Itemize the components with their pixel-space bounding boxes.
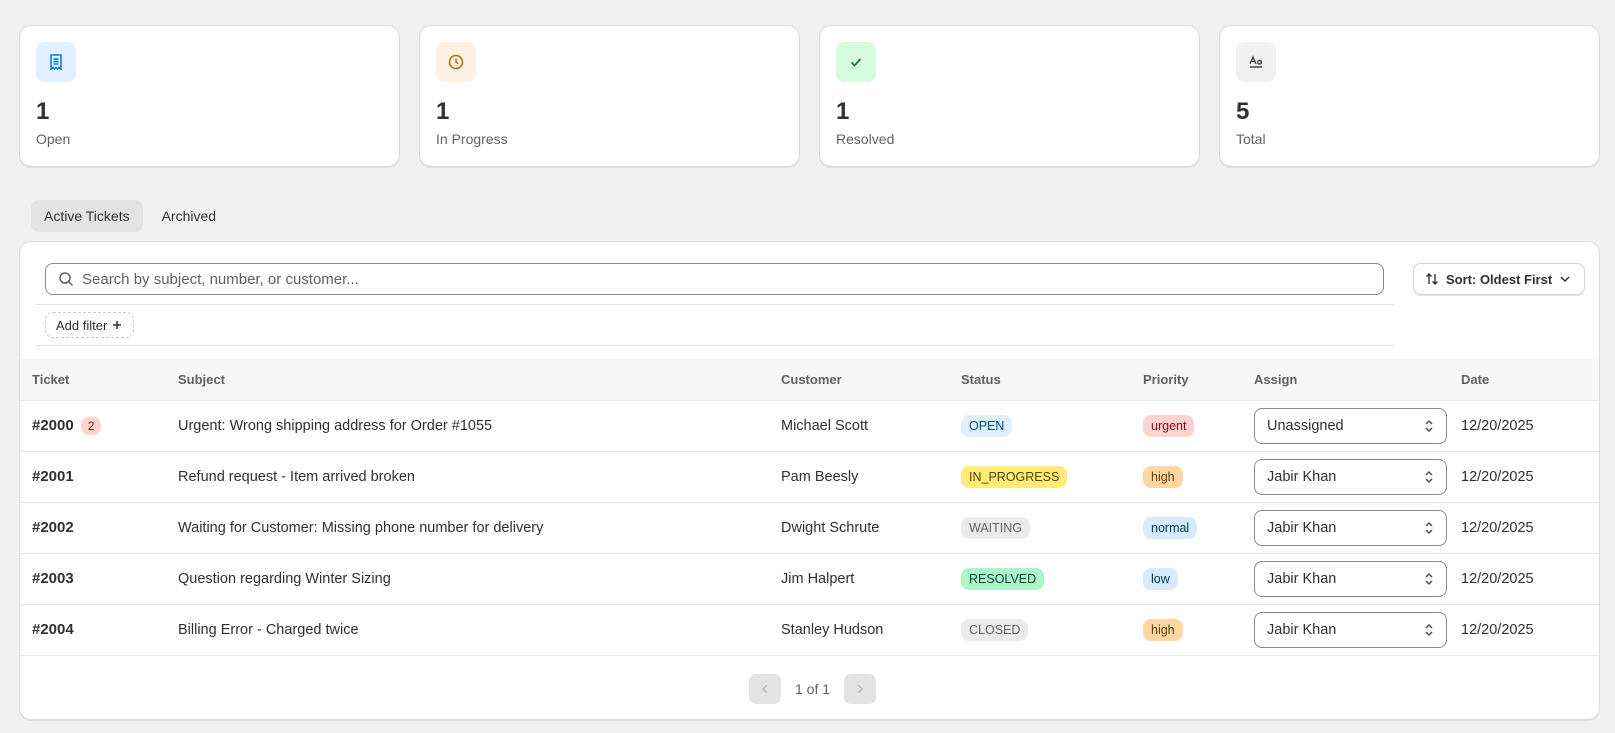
table-row[interactable]: #2001 Refund request - Item arrived brok… (20, 451, 1599, 502)
clock-icon (436, 42, 476, 82)
assign-select[interactable]: Jabir Khan (1254, 509, 1447, 546)
search-input[interactable]: Search by subject, number, or customer..… (45, 263, 1384, 295)
assign-select[interactable]: Jabir Khan (1254, 458, 1447, 495)
tickets-panel: Search by subject, number, or customer..… (19, 241, 1600, 720)
stat-value: 1 (36, 98, 50, 125)
stat-label: Total (1236, 131, 1266, 147)
ticket-tabs: Active Tickets Archived (31, 200, 229, 232)
search-icon (59, 272, 74, 287)
next-page-button[interactable] (844, 674, 877, 704)
chevron-up-down-icon (1425, 470, 1433, 483)
table-row[interactable]: #2004 Billing Error - Charged twice Stan… (20, 604, 1599, 655)
ticket-date: 12/20/2025 (1461, 468, 1534, 485)
previous-page-button[interactable] (749, 674, 781, 704)
chevron-up-down-icon (1425, 419, 1433, 432)
stat-card-open: 1 Open (19, 25, 400, 167)
text-format-icon (1236, 42, 1276, 82)
table-row[interactable]: #2002 Waiting for Customer: Missing phon… (20, 502, 1599, 553)
column-header-priority[interactable]: Priority (1143, 359, 1254, 400)
message-count-badge: 2 (80, 416, 102, 435)
divider (36, 345, 1394, 346)
chevron-up-down-icon (1425, 623, 1433, 636)
assign-select[interactable]: Unassigned (1254, 407, 1447, 444)
status-badge: WAITING (961, 516, 1031, 539)
status-badge: OPEN (961, 414, 1013, 437)
plus-icon (113, 321, 122, 329)
chevron-left-icon (761, 684, 768, 694)
priority-badge: urgent (1143, 414, 1195, 437)
ticket-subject[interactable]: Refund request - Item arrived broken (178, 451, 781, 502)
ticket-number[interactable]: #2003 (32, 570, 74, 587)
status-badge: RESOLVED (961, 567, 1045, 590)
add-filter-button[interactable]: Add filter (45, 312, 135, 338)
divider (36, 304, 1394, 305)
status-badge: IN_PROGRESS (961, 465, 1068, 488)
ticket-customer: Dwight Schrute (781, 519, 880, 536)
stat-label: In Progress (436, 131, 508, 147)
column-header-customer[interactable]: Customer (781, 359, 961, 400)
ticket-subject[interactable]: Waiting for Customer: Missing phone numb… (178, 502, 781, 553)
ticket-date: 12/20/2025 (1461, 621, 1534, 638)
priority-badge: high (1143, 465, 1183, 488)
ticket-number[interactable]: #2000 (32, 417, 74, 434)
priority-badge: high (1143, 618, 1183, 641)
chevron-up-down-icon (1425, 572, 1433, 585)
ticket-subject[interactable]: Billing Error - Charged twice (178, 604, 781, 655)
stat-label: Open (36, 131, 71, 147)
sort-button[interactable]: Sort: Oldest First (1413, 263, 1585, 295)
ticket-number[interactable]: #2001 (32, 468, 74, 485)
receipt-icon (36, 42, 76, 82)
ticket-subject[interactable]: Urgent: Wrong shipping address for Order… (178, 400, 781, 451)
tickets-table: Ticket Subject Customer Status Priority … (20, 359, 1599, 656)
assign-value: Jabir Khan (1267, 621, 1337, 638)
ticket-customer: Pam Beesly (781, 468, 859, 485)
assign-select[interactable]: Jabir Khan (1254, 611, 1447, 648)
priority-badge: low (1143, 567, 1178, 590)
assign-value: Unassigned (1267, 417, 1344, 434)
table-row[interactable]: #2003 Question regarding Winter Sizing J… (20, 553, 1599, 604)
column-header-ticket[interactable]: Ticket (20, 359, 178, 400)
ticket-customer: Jim Halpert (781, 570, 855, 587)
stat-value: 1 (436, 98, 450, 125)
ticket-date: 12/20/2025 (1461, 519, 1534, 536)
table-header-row: Ticket Subject Customer Status Priority … (20, 359, 1599, 400)
column-header-status[interactable]: Status (961, 359, 1143, 400)
table-row[interactable]: #2000 2 Urgent: Wrong shipping address fo… (20, 400, 1599, 451)
tab-active-tickets[interactable]: Active Tickets (31, 200, 143, 232)
assign-value: Jabir Khan (1267, 468, 1337, 485)
stats-row: 1 Open 1 In Progress 1 Resolved 5 Total (19, 25, 1600, 167)
assign-value: Jabir Khan (1267, 519, 1337, 536)
stat-label: Resolved (836, 131, 895, 147)
ticket-number[interactable]: #2002 (32, 519, 74, 536)
ticket-customer: Michael Scott (781, 417, 869, 434)
chevron-up-down-icon (1425, 521, 1433, 534)
ticket-number[interactable]: #2004 (32, 621, 74, 638)
search-placeholder: Search by subject, number, or customer..… (82, 270, 359, 288)
chevron-down-icon (1560, 276, 1570, 283)
stat-value: 5 (1236, 98, 1250, 125)
pagination: 1 of 1 (749, 674, 877, 704)
assign-select[interactable]: Jabir Khan (1254, 560, 1447, 597)
stat-value: 1 (836, 98, 850, 125)
status-badge: CLOSED (961, 618, 1029, 641)
priority-badge: normal (1143, 516, 1198, 539)
add-filter-label: Add filter (56, 317, 108, 333)
column-header-assign[interactable]: Assign (1254, 359, 1461, 400)
stat-card-total: 5 Total (1219, 25, 1600, 167)
column-header-subject[interactable]: Subject (178, 359, 781, 400)
sort-arrows-icon (1426, 273, 1438, 285)
assign-value: Jabir Khan (1267, 570, 1337, 587)
ticket-subject[interactable]: Question regarding Winter Sizing (178, 553, 781, 604)
stat-card-resolved: 1 Resolved (819, 25, 1200, 167)
ticket-date: 12/20/2025 (1461, 417, 1534, 434)
page-indicator: 1 of 1 (795, 681, 831, 697)
ticket-date: 12/20/2025 (1461, 570, 1534, 587)
sort-label: Sort: Oldest First (1446, 271, 1553, 287)
column-header-date[interactable]: Date (1461, 359, 1599, 400)
ticket-customer: Stanley Hudson (781, 621, 884, 638)
check-icon (836, 42, 876, 82)
chevron-right-icon (858, 684, 864, 694)
stat-card-in-progress: 1 In Progress (419, 25, 800, 167)
tab-archived[interactable]: Archived (149, 200, 229, 232)
